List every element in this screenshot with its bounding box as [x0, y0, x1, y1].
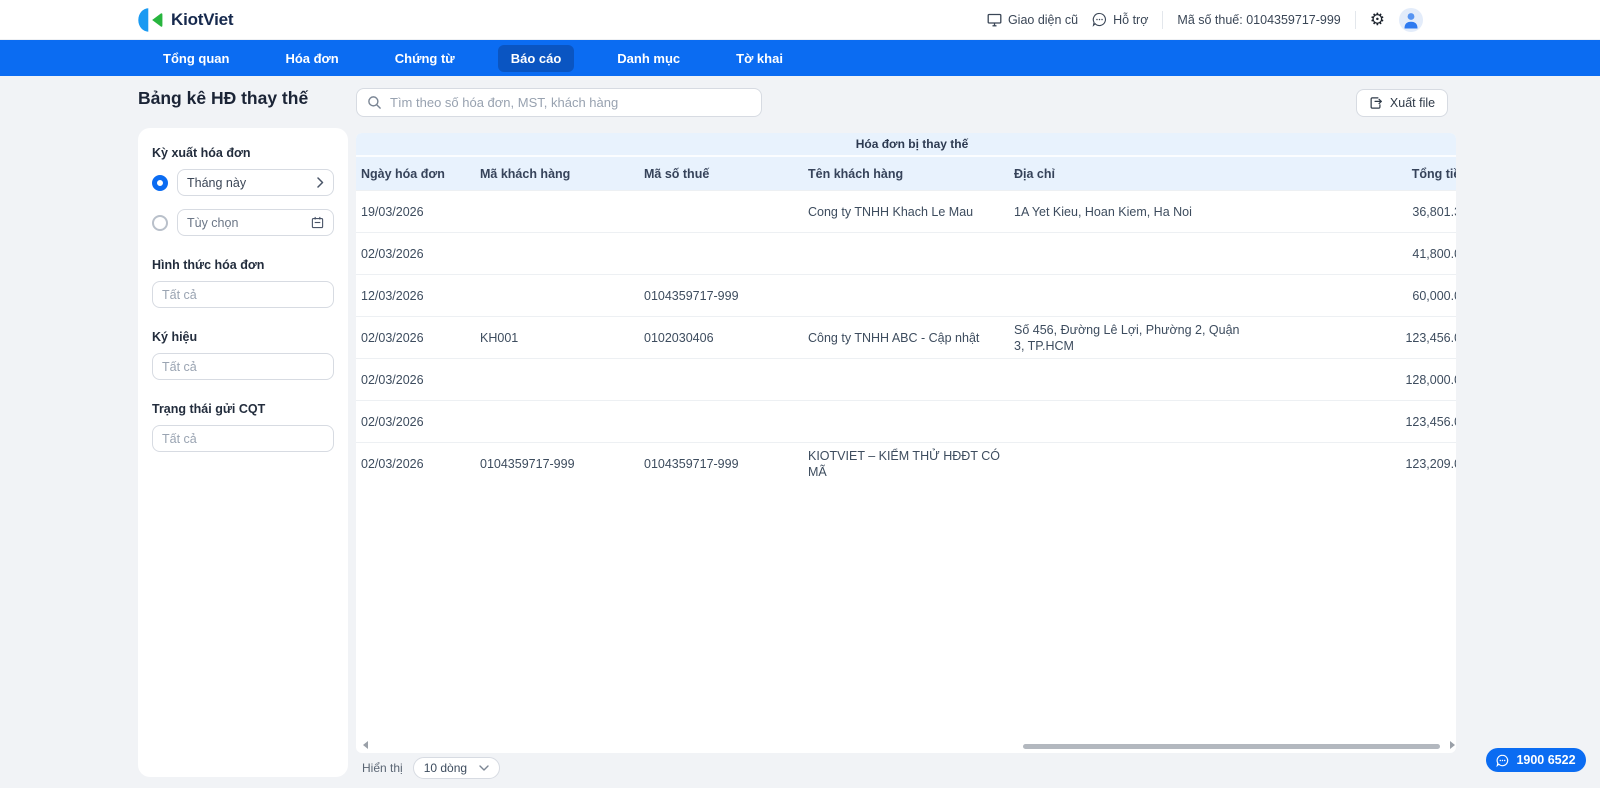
support-label: Hỗ trợ	[1113, 12, 1149, 27]
period-radio-custom[interactable]	[152, 214, 168, 231]
table-row[interactable]: 02/03/2026 0104359717-999 0104359717-999…	[356, 442, 1456, 484]
monitor-icon	[987, 13, 1002, 27]
cell-date: 02/03/2026	[361, 414, 424, 429]
export-file-button[interactable]: Xuất file	[1356, 89, 1448, 117]
settings-gear-icon[interactable]: ⚙	[1370, 11, 1385, 28]
export-label: Xuất file	[1389, 96, 1436, 110]
hscroll-right-arrow-icon[interactable]	[1450, 741, 1455, 749]
main-nav: Tổng quan Hóa đơn Chứng từ Báo cáo Danh …	[0, 40, 1600, 76]
invoice-form-filter-input[interactable]	[152, 281, 334, 308]
cell-customer-name: Cong ty TNHH Khach Le Mau	[808, 204, 974, 219]
cell-date: 19/03/2026	[361, 204, 424, 219]
nav-item-danh-muc[interactable]: Danh mục	[604, 45, 693, 72]
period-date-picker[interactable]: Tùy chọn	[177, 209, 334, 236]
table-row[interactable]: 02/03/2026 123,456.00	[356, 400, 1456, 442]
old-ui-link[interactable]: Giao diện cũ	[987, 13, 1078, 27]
table-row[interactable]: 19/03/2026 Cong ty TNHH Khach Le Mau 1A …	[356, 190, 1456, 232]
table-footer: Hiển thị 10 dòng	[362, 757, 501, 779]
cell-address: Số 456, Đường Lê Lợi, Phường 2, Quận 3, …	[1014, 322, 1240, 353]
cell-customer-code: 0104359717-999	[480, 456, 575, 471]
tax-code-text: Mã số thuế: 0104359717-999	[1177, 12, 1341, 27]
table-row[interactable]: 12/03/2026 0104359717-999 60,000.00	[356, 274, 1456, 316]
kiotviet-logo-icon	[137, 6, 163, 34]
col-header-total: Tổng tiền	[1411, 166, 1456, 181]
nav-item-bao-cao[interactable]: Báo cáo	[497, 44, 575, 72]
cqt-status-filter-label: Trạng thái gửi CQT	[152, 402, 266, 416]
cell-customer-code: KH001	[480, 330, 519, 345]
brand-name: KiotViet	[171, 9, 234, 29]
chat-bubble-icon	[1496, 754, 1509, 767]
cell-date: 02/03/2026	[361, 246, 424, 261]
replaced-invoices-table: Hóa đơn bị thay thế Ngày hóa đơn Mã khác…	[356, 133, 1456, 753]
cell-tax-code: 0104359717-999	[644, 456, 739, 471]
old-ui-label: Giao diện cũ	[1007, 12, 1079, 27]
cell-customer-name: KIOTVIET – KIỂM THỬ HĐĐT CÓ MÃ	[808, 448, 1000, 479]
cell-total: 123,456.00	[1405, 330, 1456, 345]
topbar-divider	[1162, 10, 1164, 29]
search-input[interactable]	[390, 95, 751, 110]
cell-tax-code: 0104359717-999	[644, 288, 739, 303]
nav-item-chung-tu[interactable]: Chứng từ	[382, 45, 468, 72]
col-header-date: Ngày hóa đơn	[361, 166, 445, 181]
display-label: Hiển thị	[362, 761, 403, 775]
cell-total: 60,000.00	[1412, 288, 1456, 303]
person-icon	[1404, 12, 1418, 28]
filter-panel: Kỳ xuất hóa đơn Tháng này Tùy chọn Hình …	[138, 128, 348, 777]
symbol-filter-input[interactable]	[152, 353, 334, 380]
cell-total: 36,801.35	[1412, 204, 1456, 219]
search-box	[356, 88, 762, 117]
page-title: Bảng kê HĐ thay thế	[138, 88, 309, 108]
col-header-tax-code: Mã số thuế	[644, 166, 710, 181]
symbol-filter-label: Ký hiệu	[152, 330, 198, 344]
period-radio-this-month[interactable]	[152, 174, 168, 191]
cell-tax-code: 0102030406	[644, 330, 714, 345]
brand-logo[interactable]: KiotViet	[137, 6, 234, 34]
period-select-this-month[interactable]: Tháng này	[177, 169, 334, 196]
calendar-icon	[311, 216, 324, 229]
nav-item-to-khai[interactable]: Tờ khai	[723, 45, 796, 72]
horizontal-scrollbar[interactable]	[1023, 744, 1440, 749]
support-link[interactable]: Hỗ trợ	[1092, 12, 1148, 27]
table-group-header: Hóa đơn bị thay thế	[356, 133, 1456, 157]
period-filter-label: Kỳ xuất hóa đơn	[152, 146, 251, 160]
hscroll-left-arrow-icon[interactable]	[363, 741, 368, 749]
topbar-divider	[1354, 10, 1356, 29]
invoice-form-filter-label: Hình thức hóa đơn	[152, 258, 265, 272]
table-row[interactable]: 02/03/2026 128,000.00	[356, 358, 1456, 400]
page-size-value: 10 dòng	[423, 761, 468, 775]
cell-total: 123,209.00	[1405, 456, 1456, 471]
topbar: KiotViet Giao diện cũ Hỗ trợ Mã số thuế:…	[0, 0, 1600, 40]
period-custom-value: Tùy chọn	[187, 215, 239, 230]
user-avatar[interactable]	[1399, 7, 1423, 32]
cqt-status-filter-input[interactable]	[152, 425, 334, 452]
period-select-value: Tháng này	[187, 175, 247, 190]
col-header-address: Địa chỉ	[1014, 166, 1055, 181]
table-header-row: Ngày hóa đơn Mã khách hàng Mã số thuế Tê…	[356, 157, 1456, 190]
cell-total: 128,000.00	[1405, 372, 1456, 387]
chevron-right-icon	[317, 177, 324, 188]
support-chat-icon	[1092, 12, 1107, 27]
search-icon	[367, 95, 382, 110]
nav-item-tong-quan[interactable]: Tổng quan	[150, 45, 242, 72]
chevron-down-icon	[479, 765, 489, 771]
hotline-chat-button[interactable]: 1900 6522	[1486, 748, 1586, 772]
export-icon	[1369, 96, 1383, 110]
page-size-dropdown[interactable]: 10 dòng	[412, 757, 501, 779]
hotline-number: 1900 6522	[1516, 753, 1576, 767]
table-row[interactable]: 02/03/2026 41,800.00	[356, 232, 1456, 274]
cell-date: 02/03/2026	[361, 372, 424, 387]
cell-date: 02/03/2026	[361, 330, 424, 345]
col-header-customer-name: Tên khách hàng	[808, 166, 904, 181]
cell-total: 123,456.00	[1405, 414, 1456, 429]
cell-date: 12/03/2026	[361, 288, 424, 303]
cell-total: 41,800.00	[1412, 246, 1456, 261]
cell-address: 1A Yet Kieu, Hoan Kiem, Ha Noi	[1014, 204, 1192, 219]
col-header-customer-code: Mã khách hàng	[480, 166, 571, 181]
cell-date: 02/03/2026	[361, 456, 424, 471]
table-row[interactable]: 02/03/2026 KH001 0102030406 Công ty TNHH…	[356, 316, 1456, 358]
cell-customer-name: Công ty TNHH ABC - Cập nhật	[808, 330, 980, 345]
nav-item-hoa-don[interactable]: Hóa đơn	[272, 45, 351, 72]
